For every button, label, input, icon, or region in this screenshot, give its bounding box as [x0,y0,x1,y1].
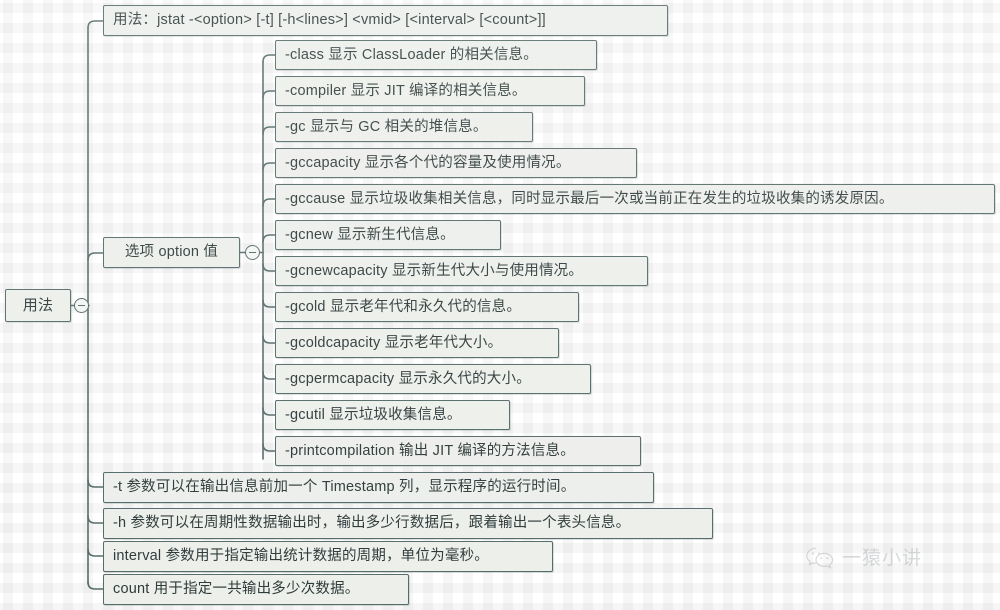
collapse-minus-icon-option[interactable] [245,245,260,260]
node-opt-gcpermcapacity-label: -gcpermcapacity 显示永久代的大小。 [285,370,531,387]
node-opt-compiler-label: -compiler 显示 JIT 编译的相关信息。 [285,82,527,99]
node-usage-syntax-label: 用法：jstat -<option> [-t] [-h<lines>] <vmi… [113,12,546,29]
connector-to-param-h [87,515,104,524]
connector-to-opt-gcold [262,299,276,308]
node-param-h-label: -h 参数可以在周期性数据输出时，输出多少行数据后，跟着输出一个表头信息。 [113,515,631,532]
node-opt-gcoldcapacity[interactable]: -gcoldcapacity 显示老年代大小。 [275,328,559,358]
node-opt-printcompilation[interactable]: -printcompilation 输出 JIT 编译的方法信息。 [275,436,641,466]
node-param-interval-label: interval 参数用于指定输出统计数据的周期，单位为毫秒。 [113,548,489,565]
node-opt-gccause-label: -gccause 显示垃圾收集相关信息，同时显示最后一次或当前正在发生的垃圾收集… [285,190,894,207]
node-opt-gcutil-label: -gcutil 显示垃圾收集信息。 [285,406,462,423]
node-opt-gc-label: -gc 显示与 GC 相关的堆信息。 [285,118,488,135]
node-opt-gcold-label: -gcold 显示老年代和永久代的信息。 [285,298,522,315]
node-opt-gcoldcapacity-label: -gcoldcapacity 显示老年代大小。 [285,334,503,351]
connector-to-opt-printcompilation [262,443,276,452]
connector-to-opt-gcnew [262,234,276,243]
node-opt-class-label: -class 显示 ClassLoader 的相关信息。 [285,46,538,63]
node-opt-gccapacity-label: -gccapacity 显示各个代的容量及使用情况。 [285,154,571,171]
node-usage-syntax[interactable]: 用法：jstat -<option> [-t] [-h<lines>] <vmi… [103,5,668,36]
connector-to-usage-syntax [87,20,104,29]
node-param-h[interactable]: -h 参数可以在周期性数据输出时，输出多少行数据后，跟着输出一个表头信息。 [103,508,713,539]
node-opt-gcold[interactable]: -gcold 显示老年代和永久代的信息。 [275,292,579,322]
node-opt-gcpermcapacity[interactable]: -gcpermcapacity 显示永久代的大小。 [275,364,591,394]
node-option-values-label: 选项 option 值 [124,244,219,261]
node-opt-compiler[interactable]: -compiler 显示 JIT 编译的相关信息。 [275,76,585,106]
connector-to-option-values [87,252,104,261]
connector-to-opt-class [262,54,276,63]
connector-to-opt-gc [262,126,276,135]
connector-to-opt-gccause [262,198,276,207]
node-opt-gccapacity[interactable]: -gccapacity 显示各个代的容量及使用情况。 [275,148,637,178]
mindmap-canvas: 用法 用法：jstat -<option> [-t] [-h<lines>] <… [0,0,1000,610]
connector-to-opt-gcutil [262,407,276,416]
node-opt-gcnewcapacity[interactable]: -gcnewcapacity 显示新生代大小与使用情况。 [275,256,648,286]
node-opt-gcnewcapacity-label: -gcnewcapacity 显示新生代大小与使用情况。 [285,262,584,279]
node-opt-class[interactable]: -class 显示 ClassLoader 的相关信息。 [275,40,597,70]
connector-to-param-interval [87,548,104,557]
node-opt-printcompilation-label: -printcompilation 输出 JIT 编译的方法信息。 [285,442,575,459]
connector-to-opt-gccapacity [262,162,276,171]
connector-to-param-t [87,479,104,488]
node-opt-gcnew-label: -gcnew 显示新生代信息。 [285,226,455,243]
connector-to-opt-gcoldcapacity [262,335,276,344]
mindmap-root-label: 用法 [22,297,54,314]
node-opt-gcnew[interactable]: -gcnew 显示新生代信息。 [275,220,501,250]
connector-to-opt-gcpermcapacity [262,371,276,380]
mindmap-root-node[interactable]: 用法 [5,289,71,322]
node-param-interval[interactable]: interval 参数用于指定输出统计数据的周期，单位为毫秒。 [103,541,553,572]
node-opt-gccause[interactable]: -gccause 显示垃圾收集相关信息，同时显示最后一次或当前正在发生的垃圾收集… [275,184,995,214]
connector-to-param-count [87,581,104,590]
connector-to-opt-compiler [262,90,276,99]
node-param-t[interactable]: -t 参数可以在输出信息前加一个 Timestamp 列，显示程序的运行时间。 [103,472,654,503]
node-param-count[interactable]: count 用于指定一共输出多少次数据。 [103,574,409,605]
node-opt-gcutil[interactable]: -gcutil 显示垃圾收集信息。 [275,400,510,430]
collapse-minus-icon-root[interactable] [74,298,89,313]
connector-to-opt-gcnewcapacity [262,263,276,272]
node-opt-gc[interactable]: -gc 显示与 GC 相关的堆信息。 [275,112,533,142]
node-param-count-label: count 用于指定一共输出多少次数据。 [113,581,360,598]
node-option-values[interactable]: 选项 option 值 [103,237,240,268]
node-param-t-label: -t 参数可以在输出信息前加一个 Timestamp 列，显示程序的运行时间。 [113,479,576,496]
